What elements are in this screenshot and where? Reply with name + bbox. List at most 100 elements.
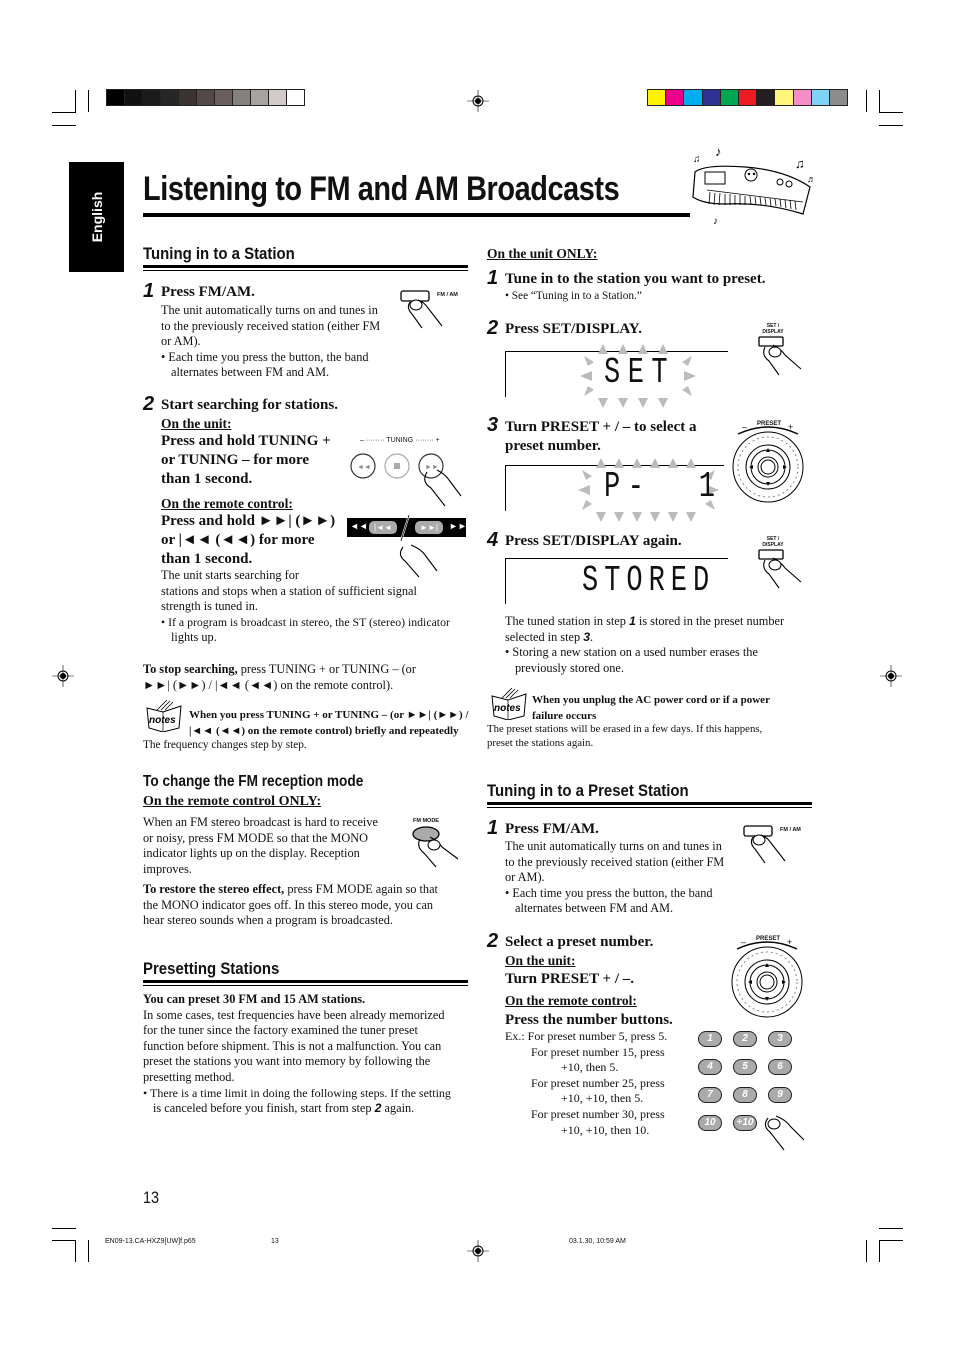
preset-dial-minus: – — [742, 422, 748, 432]
color-swatch — [774, 89, 794, 106]
set-display-button-label: SET / DISPLAY — [762, 536, 784, 548]
number-button-10[interactable]: 10 — [698, 1115, 722, 1131]
step-title: Press SET/DISPLAY. — [505, 321, 642, 337]
crop-mark — [879, 1240, 903, 1241]
preset-dial-icon[interactable] — [727, 935, 807, 1020]
crop-mark — [52, 1228, 76, 1229]
note-text: The preset stations will be erased in a … — [487, 723, 763, 749]
section-rule — [143, 270, 468, 271]
section-rule — [143, 985, 468, 986]
step-number: 1 — [487, 267, 499, 289]
set-display-button-press-icon[interactable] — [757, 548, 807, 593]
preset-dial-icon[interactable] — [728, 420, 808, 505]
footer-filename: EN09-13.CA-HXZ9[UW]f.p65 — [105, 1238, 196, 1245]
color-swatch — [106, 89, 125, 106]
crop-mark — [52, 112, 76, 113]
notes-icon: notes — [491, 688, 527, 720]
color-swatch — [738, 89, 758, 106]
svg-text:♫: ♫ — [693, 154, 701, 165]
color-swatch — [719, 89, 739, 106]
section-heading-fm-mode: To change the FM reception mode — [143, 773, 364, 790]
step-title: Press FM/AM. — [505, 821, 599, 837]
step-number: 3 — [487, 414, 499, 436]
on-the-remote-label: On the remote control: — [161, 496, 293, 511]
display-text-stored: STORED — [582, 560, 716, 601]
number-button-3[interactable]: 3 — [768, 1031, 792, 1047]
preset-result-text: The tuned station in step 1 is stored in… — [505, 614, 785, 675]
crop-mark — [88, 1240, 89, 1262]
preset-dial-plus: + — [787, 937, 793, 947]
unit-instruction: Turn PRESET + / –. — [505, 971, 635, 987]
step-title: Press FM/AM. — [161, 284, 255, 300]
crop-mark — [75, 90, 76, 112]
registration-target-icon — [52, 665, 74, 687]
color-swatch — [160, 89, 179, 106]
display-text-set: SET — [604, 352, 676, 393]
step-title: Start searching for stations. — [161, 397, 338, 413]
skip-back-button[interactable]: |◄◄ — [369, 521, 397, 534]
number-button-8[interactable]: 8 — [733, 1087, 757, 1103]
step-title: Press SET/DISPLAY again. — [505, 533, 682, 549]
color-swatch — [142, 89, 161, 106]
presetting-text: You can preset 30 FM and 15 AM stations.… — [143, 992, 451, 1116]
preset-dial-label: PRESET — [757, 421, 782, 427]
svg-text:♫: ♫ — [795, 156, 805, 171]
step-number: 2 — [143, 393, 155, 415]
number-button-7[interactable]: 7 — [698, 1087, 722, 1103]
page-title: Listening to FM and AM Broadcasts — [143, 170, 620, 208]
preset-dial-minus: – — [741, 937, 747, 947]
number-button-1[interactable]: 1 — [698, 1031, 722, 1047]
step-number: 4 — [487, 529, 499, 551]
crop-mark — [88, 90, 89, 112]
finger-press-icon — [764, 1115, 805, 1151]
crop-mark — [879, 112, 903, 113]
fm-mode-button-press-icon[interactable] — [410, 825, 465, 870]
section-heading-tuning: Tuning in to a Station — [143, 244, 295, 263]
crop-mark — [866, 1240, 867, 1262]
footer-timestamp: 03.1.30, 10:59 AM — [569, 1238, 626, 1245]
color-swatch — [792, 89, 812, 106]
crop-mark — [52, 1240, 76, 1241]
set-display-button-press-icon[interactable] — [757, 335, 807, 380]
color-swatch — [683, 89, 703, 106]
restore-stereo-text: To restore the stereo effect, press FM M… — [143, 882, 438, 928]
color-swatch — [810, 89, 830, 106]
number-button-5[interactable]: 5 — [733, 1059, 757, 1075]
number-button-2[interactable]: 2 — [733, 1031, 757, 1047]
fm-mode-button-label: FM MODE — [413, 818, 439, 824]
tuning-buttons-icon[interactable]: ◄◄ ►► — [345, 448, 465, 508]
svg-text:♬: ♬ — [807, 174, 816, 184]
unit-only-label: On the unit ONLY: — [487, 246, 598, 261]
svg-text:notes: notes — [149, 715, 176, 726]
step-number: 1 — [143, 280, 155, 302]
stop-searching-text: To stop searching, press TUNING + or TUN… — [143, 662, 416, 692]
step-text: The unit automatically turns on and tune… — [161, 303, 381, 380]
title-rule — [143, 213, 690, 217]
tuning-label: – ········ TUNING ········ + — [360, 437, 440, 444]
crop-mark — [879, 90, 880, 112]
number-button-6[interactable]: 6 — [768, 1059, 792, 1075]
step-title: Turn PRESET + / – to select a preset num… — [505, 419, 697, 454]
crop-mark — [879, 125, 903, 126]
section-rule — [487, 807, 812, 808]
language-label: English — [88, 191, 105, 243]
crop-mark — [879, 1228, 903, 1229]
language-tab: English — [69, 162, 124, 272]
color-swatch — [701, 89, 721, 106]
number-button-4[interactable]: 4 — [698, 1059, 722, 1075]
remote-only-label: On the remote control ONLY: — [143, 794, 322, 809]
registration-target-icon — [467, 1240, 489, 1262]
unit-instruction: Press and hold TUNING + or TUNING – for … — [161, 433, 331, 487]
color-swatch — [178, 89, 197, 106]
number-button-+10[interactable]: +10 — [733, 1115, 757, 1131]
section-rule — [487, 802, 812, 805]
step-number: 1 — [487, 817, 499, 839]
step-bullet: • See “Tuning in to a Station.” — [505, 290, 642, 302]
fm-am-button-label: FM / AM — [780, 827, 801, 833]
section-heading-preset-station: Tuning in to a Preset Station — [487, 781, 689, 800]
registration-target-icon — [880, 665, 902, 687]
number-button-9[interactable]: 9 — [768, 1087, 792, 1103]
note-heading: When you unplug the AC power cord or if … — [532, 694, 770, 722]
preset-examples: Ex.: For preset number 5, press 5. For p… — [505, 1029, 668, 1137]
display-text-preset-number: P- 1 — [604, 466, 723, 507]
